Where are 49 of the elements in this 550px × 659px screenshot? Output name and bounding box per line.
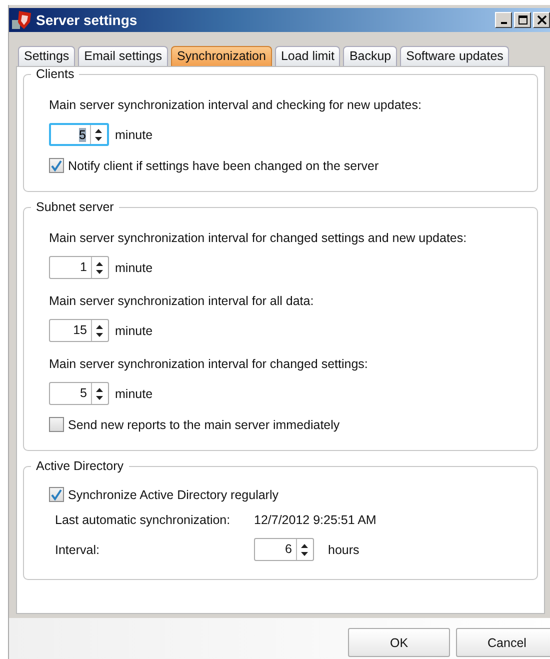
number-spinner[interactable]: 5 [49, 123, 109, 146]
maximize-icon [518, 15, 528, 25]
number-spinner[interactable]: 5 [49, 382, 109, 405]
close-icon [536, 15, 546, 25]
field-label: Last automatic synchronization: [55, 513, 232, 527]
number-spinner[interactable]: 6 [254, 538, 314, 561]
unit-label: minute [115, 324, 153, 338]
unit-label: hours [328, 542, 360, 556]
number-spinner[interactable]: 1 [49, 256, 109, 279]
setting-label: Main server synchronization interval for changed settings: [49, 357, 369, 371]
minimize-button[interactable] [495, 12, 512, 28]
unit-label: minute [115, 128, 153, 142]
close-button[interactable] [533, 12, 550, 28]
group-title: Active Directory [35, 459, 125, 473]
setting-label: Main server synchronization interval for all data: [49, 294, 315, 308]
checkbox[interactable] [49, 487, 64, 502]
unit-label: minute [115, 386, 153, 400]
shield-icon [11, 10, 33, 30]
sync-timestamp: 12/7/2012 9:25:51 AM [254, 513, 376, 527]
checkbox[interactable] [49, 417, 64, 432]
minimize-icon [500, 22, 506, 24]
window-title: Server settings [36, 12, 138, 28]
group-title: Subnet server [35, 200, 115, 214]
setting-label: Main server synchronization interval for changed settings and new updates: [49, 231, 468, 245]
maximize-button[interactable] [514, 12, 531, 28]
checkbox-label: Send new reports to the main server immediately [68, 418, 340, 432]
checkbox-label: Notify client if settings have been changed on the server [68, 158, 379, 172]
tab[interactable]: Synchronization [170, 46, 272, 66]
setting-label: Main server synchronization interval and checking for new updates: [49, 98, 422, 112]
field-label: Interval: [55, 542, 100, 556]
tab[interactable]: Settings [18, 46, 76, 66]
spinner-value: 1 [80, 260, 87, 274]
number-spinner[interactable]: 15 [49, 319, 109, 342]
checkbox-label: Synchronize Active Directory regularly [68, 488, 278, 502]
tab[interactable]: Software updates [400, 46, 510, 66]
spinner-value: 6 [285, 542, 292, 556]
spinner-value: 5 [79, 128, 86, 142]
checkmark-icon [50, 488, 63, 501]
unit-label: minute [115, 260, 153, 274]
spinner-value: 15 [73, 323, 87, 337]
group-title: Clients [35, 67, 76, 81]
tab[interactable]: Email settings [78, 46, 168, 66]
checkbox[interactable] [49, 158, 64, 173]
ok-button[interactable]: OK [348, 628, 450, 657]
cancel-button[interactable]: Cancel [456, 628, 550, 657]
checkmark-icon [50, 159, 63, 172]
tab[interactable]: Load limit [274, 46, 340, 66]
spinner-value: 5 [80, 386, 87, 400]
tab[interactable]: Backup [343, 46, 398, 66]
